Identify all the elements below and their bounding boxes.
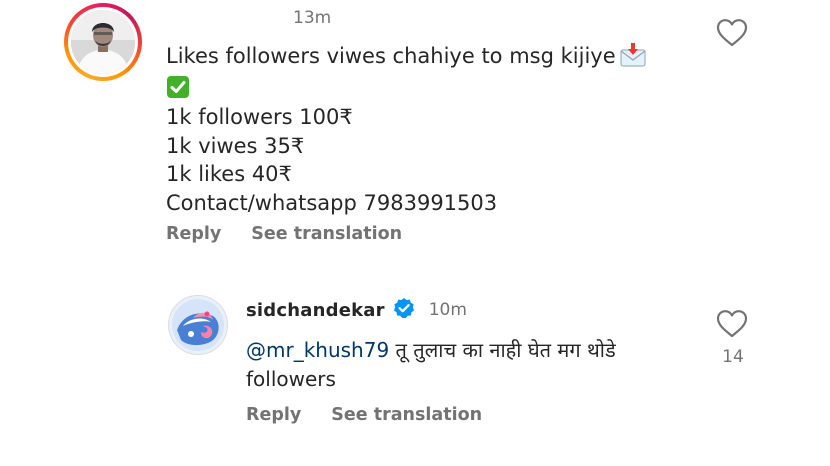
reply-button[interactable]: Reply bbox=[166, 224, 221, 244]
comment-line: 1k followers 100₹ bbox=[166, 105, 353, 129]
avatar-border bbox=[68, 7, 138, 77]
reply-text-line1: तू तुलाच का नाही घेत मग थोडे bbox=[389, 338, 616, 362]
envelope-with-arrow-icon bbox=[620, 43, 646, 75]
comment-line: 1k viwes 35₹ bbox=[166, 133, 305, 158]
see-translation-button[interactable]: See translation bbox=[251, 224, 402, 244]
comment-line: 1k likes 40₹ bbox=[166, 162, 292, 186]
see-translation-button[interactable]: See translation bbox=[331, 405, 482, 425]
heart-outline-icon[interactable] bbox=[716, 18, 748, 52]
comment-actions: Reply See translation bbox=[166, 224, 402, 244]
verified-badge-icon bbox=[393, 297, 415, 324]
comment-timestamp: 13m bbox=[293, 8, 332, 28]
reply-timestamp: 10m bbox=[428, 300, 467, 320]
reply-header: sidchandekar 10m bbox=[246, 296, 467, 324]
like-count[interactable]: 14 bbox=[721, 347, 745, 367]
comments-thread: 13m Likes followers viwes chahiye to msg… bbox=[0, 0, 830, 466]
reply-avatar[interactable] bbox=[168, 295, 228, 355]
heart-outline-icon[interactable] bbox=[716, 309, 748, 343]
commenter-avatar-story-ring[interactable] bbox=[64, 3, 142, 81]
avatar-person-image bbox=[71, 10, 135, 74]
comment-line: Likes followers viwes chahiye to msg kij… bbox=[166, 42, 666, 75]
mention-link[interactable]: @mr_khush79 bbox=[246, 338, 389, 362]
avatar[interactable] bbox=[71, 10, 135, 74]
reply-avatar-image bbox=[169, 296, 227, 354]
reply-text: @mr_khush79 तू तुलाच का नाही घेत मग थोडे… bbox=[246, 336, 686, 394]
reply-username[interactable]: sidchandekar bbox=[246, 300, 385, 321]
comment-line-text: Likes followers viwes chahiye to msg kij… bbox=[166, 44, 616, 68]
reply-text-line2: followers bbox=[246, 367, 336, 391]
comment-line: Contact/whatsapp 7983991503 bbox=[166, 190, 498, 215]
comment-line bbox=[166, 75, 666, 104]
reply-button[interactable]: Reply bbox=[246, 405, 301, 425]
comment-text: Likes followers viwes chahiye to msg kij… bbox=[166, 42, 666, 217]
reply-actions: Reply See translation bbox=[246, 405, 482, 425]
white-check-mark-icon bbox=[166, 75, 190, 101]
